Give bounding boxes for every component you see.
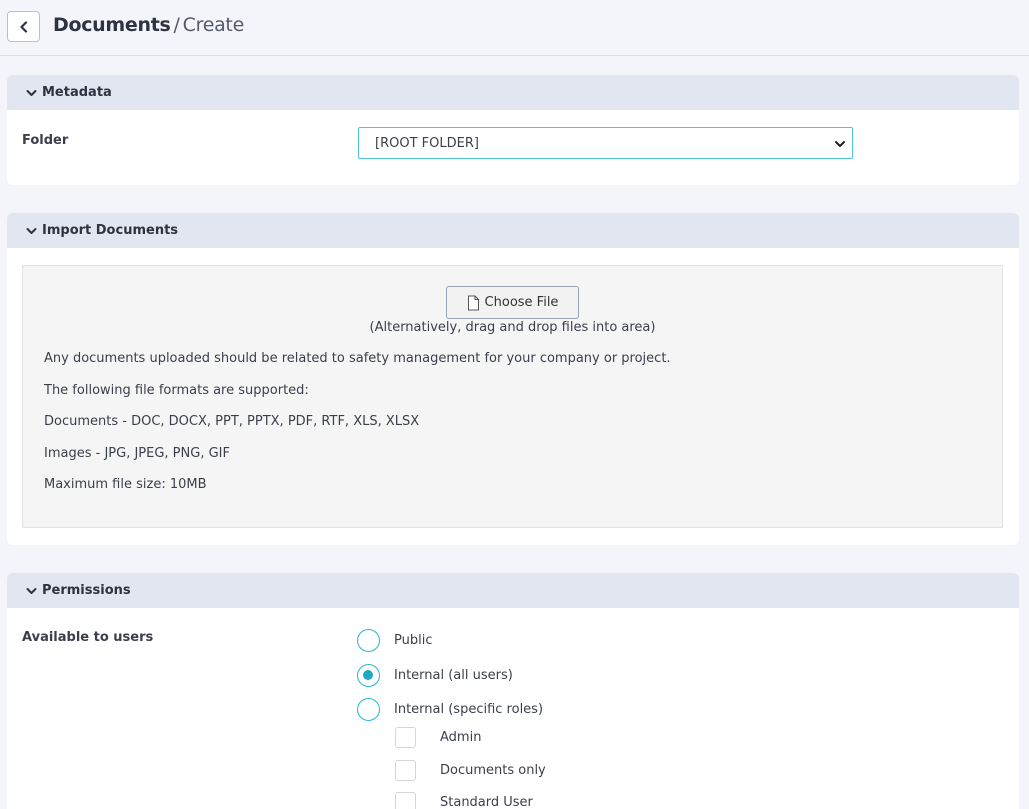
back-button[interactable] xyxy=(7,11,40,42)
breadcrumb-separator: / xyxy=(173,14,180,36)
radio-public[interactable]: Public xyxy=(357,629,432,652)
file-drop-area[interactable]: Choose File (Alternatively, drag and dro… xyxy=(22,265,1003,528)
permissions-section-header[interactable]: Permissions xyxy=(7,573,1019,608)
choose-file-label: Choose File xyxy=(484,295,559,310)
metadata-section: Metadata Folder [ROOT FOLDER] xyxy=(7,75,1019,185)
info-text: Images - JPG, JPEG, PNG, GIF xyxy=(44,446,230,461)
chevron-down-icon xyxy=(26,227,37,234)
folder-select-value: [ROOT FOLDER] xyxy=(375,135,479,151)
section-title: Permissions xyxy=(42,583,131,598)
page-header: Documents / Create xyxy=(0,0,1029,56)
radio-button[interactable] xyxy=(357,664,380,687)
chevron-down-icon xyxy=(26,587,37,594)
chevron-down-icon xyxy=(835,141,845,147)
radio-label: Public xyxy=(394,633,433,648)
checkbox-label: Standard User xyxy=(440,795,533,809)
breadcrumb-current: Create xyxy=(182,14,245,36)
choose-file-button[interactable]: Choose File xyxy=(446,286,579,319)
file-icon xyxy=(467,295,479,310)
info-text: The following file formats are supported… xyxy=(44,383,309,398)
breadcrumb-root[interactable]: Documents xyxy=(53,14,171,36)
info-text: Maximum file size: 10MB xyxy=(44,477,207,492)
checkbox[interactable] xyxy=(395,760,416,781)
info-text: Documents - DOC, DOCX, PPT, PPTX, PDF, R… xyxy=(44,414,420,429)
drag-drop-hint: (Alternatively, drag and drop files into… xyxy=(369,320,656,335)
import-section-header[interactable]: Import Documents xyxy=(7,213,1019,248)
checkbox-label: Admin xyxy=(440,730,482,745)
checkbox-role-admin[interactable]: Admin xyxy=(395,727,481,748)
checkbox-role-standard-user[interactable]: Standard User xyxy=(395,792,533,809)
folder-select[interactable]: [ROOT FOLDER] xyxy=(358,127,853,159)
permissions-section: Permissions Available to users Public In… xyxy=(7,573,1019,809)
radio-label: Internal (all users) xyxy=(394,668,513,683)
section-title: Import Documents xyxy=(42,223,179,238)
checkbox-role-documents-only[interactable]: Documents only xyxy=(395,760,546,781)
radio-internal-specific-roles[interactable]: Internal (specific roles) xyxy=(357,698,543,721)
folder-label: Folder xyxy=(22,133,69,148)
available-to-users-label: Available to users xyxy=(22,630,154,645)
chevron-left-icon xyxy=(19,20,27,33)
radio-button[interactable] xyxy=(357,698,380,721)
checkbox[interactable] xyxy=(395,792,416,809)
radio-label: Internal (specific roles) xyxy=(394,702,544,717)
info-text: Any documents uploaded should be related… xyxy=(44,351,671,366)
metadata-section-header[interactable]: Metadata xyxy=(7,75,1019,110)
breadcrumb: Documents / Create xyxy=(53,14,244,36)
radio-button[interactable] xyxy=(357,629,380,652)
chevron-down-icon xyxy=(26,89,37,96)
radio-internal-all-users[interactable]: Internal (all users) xyxy=(357,664,513,687)
section-title: Metadata xyxy=(42,85,112,100)
checkbox[interactable] xyxy=(395,727,416,748)
import-documents-section: Import Documents Choose File (Alternativ… xyxy=(7,213,1019,545)
checkbox-label: Documents only xyxy=(440,763,546,778)
